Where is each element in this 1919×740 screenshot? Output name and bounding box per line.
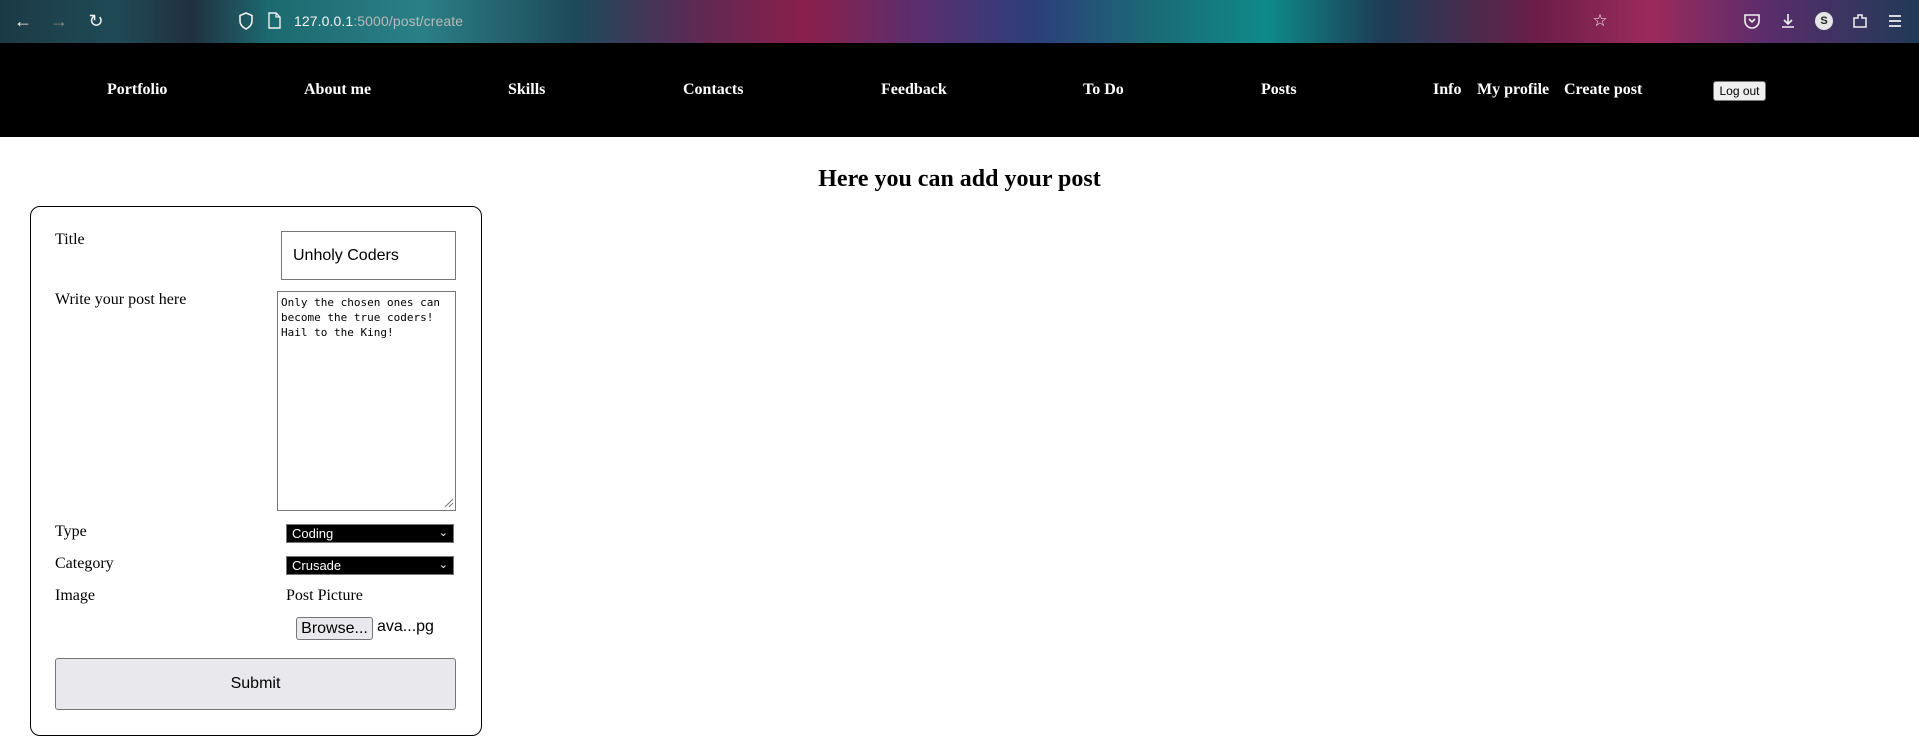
submit-button[interactable]: Submit xyxy=(55,658,456,710)
download-icon[interactable] xyxy=(1779,12,1797,30)
resize-grip-icon[interactable] xyxy=(442,496,454,508)
nav-link-to-do[interactable]: To Do xyxy=(1083,81,1124,99)
nav-link-skills[interactable]: Skills xyxy=(508,81,545,99)
chevron-down-icon: ⌄ xyxy=(438,559,448,571)
nav-link-portfolio[interactable]: Portfolio xyxy=(107,81,167,99)
url-path: :5000/post/create xyxy=(353,13,464,29)
category-selected-value: Crusade xyxy=(292,558,342,573)
browser-toolbar: ← → ↻ 127.0.0.1:5000/post/create ☆ S xyxy=(0,0,1919,43)
logout-button[interactable]: Log out xyxy=(1713,81,1766,101)
nav-link-my-profile[interactable]: My profile xyxy=(1477,81,1549,99)
chevron-down-icon: ⌄ xyxy=(438,527,448,539)
site-navbar: Portfolio About me Skills Contacts Feedb… xyxy=(0,43,1919,137)
category-label: Category xyxy=(55,555,114,572)
category-select[interactable]: Crusade ⌄ xyxy=(286,556,454,575)
title-input[interactable]: Unholy Coders xyxy=(281,231,456,280)
selected-file-name: ava...pg xyxy=(377,618,434,635)
image-label: Image xyxy=(55,587,95,604)
address-bar[interactable]: 127.0.0.1:5000/post/create xyxy=(294,13,463,29)
reload-icon[interactable]: ↻ xyxy=(86,11,106,31)
nav-link-feedback[interactable]: Feedback xyxy=(881,81,947,99)
post-picture-label: Post Picture xyxy=(286,587,363,604)
page-icon xyxy=(268,12,281,29)
nav-link-contacts[interactable]: Contacts xyxy=(683,81,743,99)
nav-link-about-me[interactable]: About me xyxy=(304,81,371,99)
post-textarea[interactable]: Only the chosen ones can become the true… xyxy=(277,291,456,511)
type-label: Type xyxy=(55,523,87,540)
forward-arrow-icon[interactable]: → xyxy=(49,11,69,31)
page-title: Here you can add your post xyxy=(818,166,1101,192)
profile-avatar[interactable]: S xyxy=(1815,12,1833,30)
browse-button[interactable]: Browse... xyxy=(296,617,373,640)
url-host: 127.0.0.1 xyxy=(294,13,354,29)
type-selected-value: Coding xyxy=(292,526,334,541)
title-label: Title xyxy=(55,231,85,248)
nav-link-posts[interactable]: Posts xyxy=(1261,81,1297,99)
post-label: Write your post here xyxy=(55,291,187,308)
menu-icon[interactable] xyxy=(1886,12,1904,30)
back-arrow-icon[interactable]: ← xyxy=(13,11,33,31)
bookmark-star-icon[interactable]: ☆ xyxy=(1591,12,1609,30)
pocket-icon[interactable] xyxy=(1743,12,1761,30)
shield-icon[interactable] xyxy=(238,12,254,30)
nav-link-info[interactable]: Info xyxy=(1433,81,1461,99)
type-select[interactable]: Coding ⌄ xyxy=(286,524,454,543)
extensions-icon[interactable] xyxy=(1851,12,1869,30)
nav-link-create-post[interactable]: Create post xyxy=(1564,81,1642,99)
